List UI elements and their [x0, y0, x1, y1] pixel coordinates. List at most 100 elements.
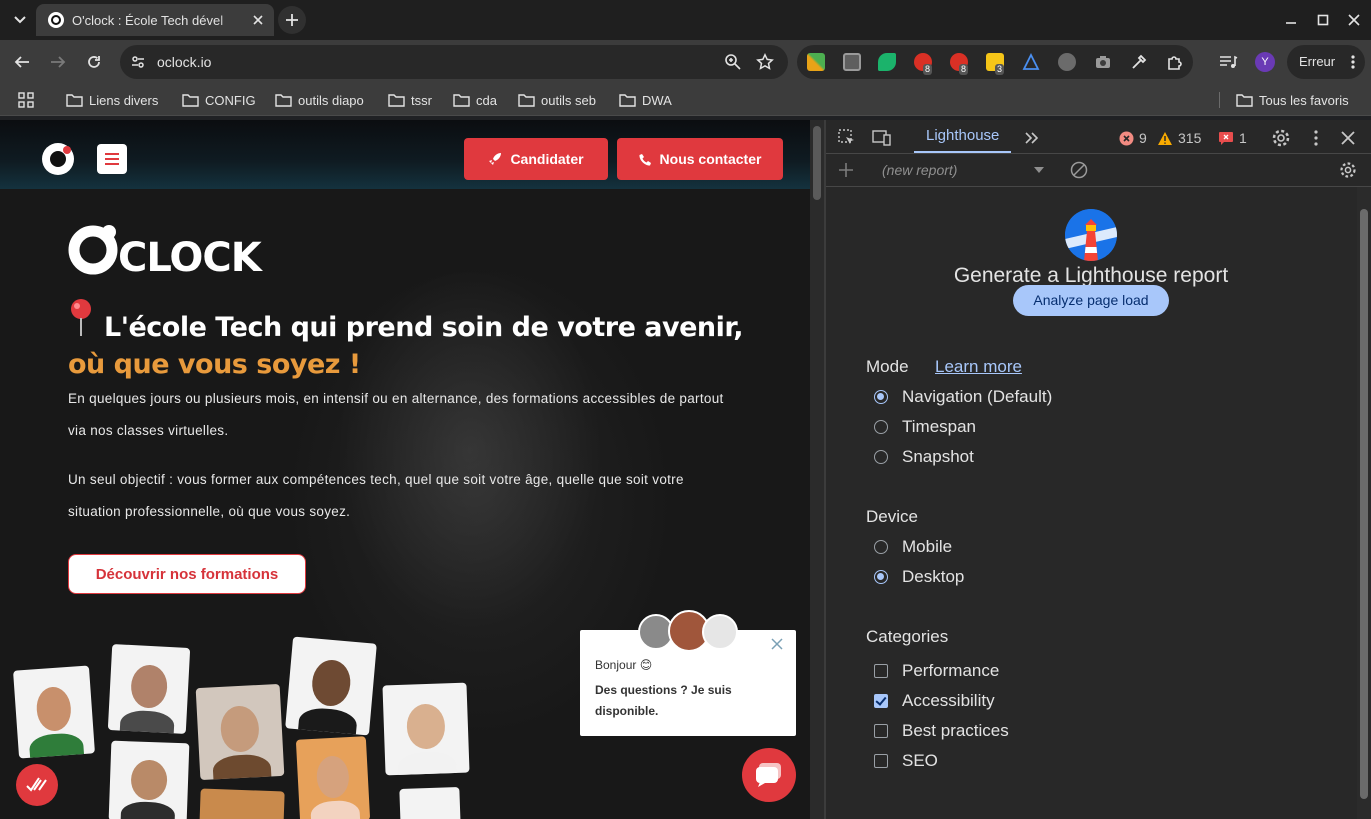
report-select[interactable]: (new report)	[882, 162, 957, 178]
profile-avatar[interactable]: Y	[1255, 52, 1275, 72]
contact-button[interactable]: Nous contacter	[617, 138, 783, 180]
bookmark-folder[interactable]: DWA	[619, 90, 672, 110]
site-info-tune-icon[interactable]	[128, 52, 148, 72]
page-scrollbar[interactable]	[810, 120, 824, 819]
radio-button[interactable]	[874, 450, 888, 464]
category-performance[interactable]: Performance	[874, 660, 999, 682]
radio-button[interactable]	[874, 570, 888, 584]
oclock-wordmark-logo: CLOCK	[68, 224, 280, 281]
accessibility-badge-icon[interactable]	[16, 764, 58, 806]
settings-gear-icon[interactable]	[1271, 128, 1291, 148]
category-seo[interactable]: SEO	[874, 750, 938, 772]
tab-lighthouse[interactable]: Lighthouse	[914, 120, 1012, 153]
student-photo	[382, 682, 470, 776]
device-option-mobile[interactable]: Mobile	[874, 536, 952, 558]
oclock-favicon-icon	[48, 12, 64, 28]
mode-option-snapshot[interactable]: Snapshot	[874, 446, 974, 468]
device-option-desktop[interactable]: Desktop	[874, 566, 964, 588]
analyze-page-load-button[interactable]: Analyze page load	[1013, 285, 1169, 316]
devtools-scrollbar-thumb[interactable]	[1360, 209, 1368, 799]
add-report-plus-icon[interactable]	[836, 160, 856, 180]
report-dropdown-arrow-icon[interactable]	[1034, 167, 1044, 173]
radio-button[interactable]	[874, 540, 888, 554]
color-picker-icon[interactable]	[1130, 53, 1148, 71]
extension-leaf-icon[interactable]	[878, 53, 896, 71]
bookmark-folder[interactable]: cda	[453, 90, 497, 110]
warnings-counter[interactable]: 315	[1157, 128, 1201, 148]
reload-icon[interactable]	[82, 50, 106, 74]
checkbox[interactable]	[874, 724, 888, 738]
checkbox[interactable]	[874, 754, 888, 768]
minimize-icon[interactable]	[1280, 9, 1302, 31]
checkbox[interactable]	[874, 694, 888, 708]
devtools-panel: Lighthouse 9 315 1 (new report) Generate…	[826, 120, 1371, 819]
device-toolbar-icon[interactable]	[872, 128, 892, 148]
devtools-scrollbar[interactable]	[1357, 187, 1371, 819]
page-scrollbar-thumb[interactable]	[813, 126, 821, 200]
maximize-icon[interactable]	[1312, 9, 1334, 31]
bookmark-folder[interactable]: tssr	[388, 90, 432, 110]
tab-search-chevron-icon[interactable]	[8, 8, 32, 32]
extension-triangle-icon[interactable]	[1022, 53, 1040, 71]
mode-option-timespan[interactable]: Timespan	[874, 416, 976, 438]
category-best-practices[interactable]: Best practices	[874, 720, 1009, 742]
new-tab-plus-icon[interactable]	[278, 6, 306, 34]
extension-x-icon[interactable]	[807, 53, 825, 71]
bookmark-label: outils seb	[541, 92, 596, 108]
lighthouse-settings-gear-icon[interactable]	[1338, 160, 1358, 180]
all-bookmarks-folder[interactable]: Tous les favoris	[1236, 90, 1349, 110]
back-arrow-icon[interactable]	[10, 50, 34, 74]
phone-icon	[639, 153, 652, 166]
url-text[interactable]: oclock.io	[157, 54, 211, 70]
bookmark-star-icon[interactable]	[756, 53, 774, 71]
close-icon[interactable]	[771, 638, 783, 650]
inspect-element-icon[interactable]	[837, 128, 857, 148]
discover-courses-button[interactable]: Découvrir nos formations	[68, 554, 306, 594]
more-tabs-chevron-icon[interactable]	[1022, 128, 1042, 148]
browser-tab[interactable]: O'clock : École Tech dével	[36, 4, 274, 36]
error-menu-button[interactable]: Erreur	[1287, 45, 1365, 79]
tab-title: O'clock : École Tech dével	[72, 12, 224, 28]
address-bar[interactable]: oclock.io	[120, 45, 788, 79]
extension-w-icon[interactable]	[1058, 53, 1076, 71]
extension-grid-icon[interactable]	[843, 53, 861, 71]
category-accessibility[interactable]: Accessibility	[874, 690, 995, 712]
mode-option-navigation[interactable]: Navigation (Default)	[874, 386, 1052, 408]
student-photo	[399, 786, 461, 819]
folder-icon	[453, 93, 470, 107]
objective-paragraph: Un seul objectif : vous former aux compé…	[68, 472, 684, 519]
student-photo	[295, 736, 371, 819]
kebab-menu-icon[interactable]	[1306, 128, 1326, 148]
extensions-puzzle-icon[interactable]	[1166, 53, 1184, 71]
bookmark-label: DWA	[642, 92, 672, 108]
error-label: Erreur	[1299, 54, 1336, 69]
apply-button[interactable]: Candidater	[464, 138, 608, 180]
camera-icon[interactable]	[1094, 53, 1112, 71]
chat-question: Des questions ? Je suis disponible.	[595, 683, 732, 718]
bookmark-folder[interactable]: outils seb	[518, 90, 596, 110]
learn-more-link[interactable]: Learn more	[935, 357, 1022, 377]
apps-grid-icon[interactable]	[18, 92, 34, 108]
bookmark-folder[interactable]: CONFIG	[182, 90, 256, 110]
bookmark-folder[interactable]: outils diapo	[275, 90, 364, 110]
close-icon[interactable]	[250, 12, 266, 28]
radio-button[interactable]	[874, 390, 888, 404]
errors-counter[interactable]: 9	[1119, 128, 1147, 148]
option-label: SEO	[902, 751, 938, 770]
close-devtools-icon[interactable]	[1338, 128, 1358, 148]
zoom-magnifier-icon[interactable]	[724, 53, 742, 71]
media-control-icon[interactable]	[1218, 52, 1238, 72]
chat-bubble-icon[interactable]	[742, 748, 796, 802]
bookmark-label: Tous les favoris	[1259, 92, 1349, 108]
bookmark-folder[interactable]: Liens divers	[66, 90, 158, 110]
checkbox[interactable]	[874, 664, 888, 678]
forward-arrow-icon[interactable]	[46, 50, 70, 74]
map-pin-icon	[68, 298, 94, 338]
oclock-logo-icon[interactable]	[42, 143, 74, 175]
close-window-icon[interactable]	[1343, 9, 1365, 31]
radio-button[interactable]	[874, 420, 888, 434]
devtools-tabbar: Lighthouse 9 315 1	[826, 120, 1371, 154]
hamburger-menu-icon[interactable]	[97, 144, 127, 174]
clear-block-icon[interactable]	[1069, 160, 1089, 180]
issues-counter[interactable]: 1	[1218, 128, 1247, 148]
